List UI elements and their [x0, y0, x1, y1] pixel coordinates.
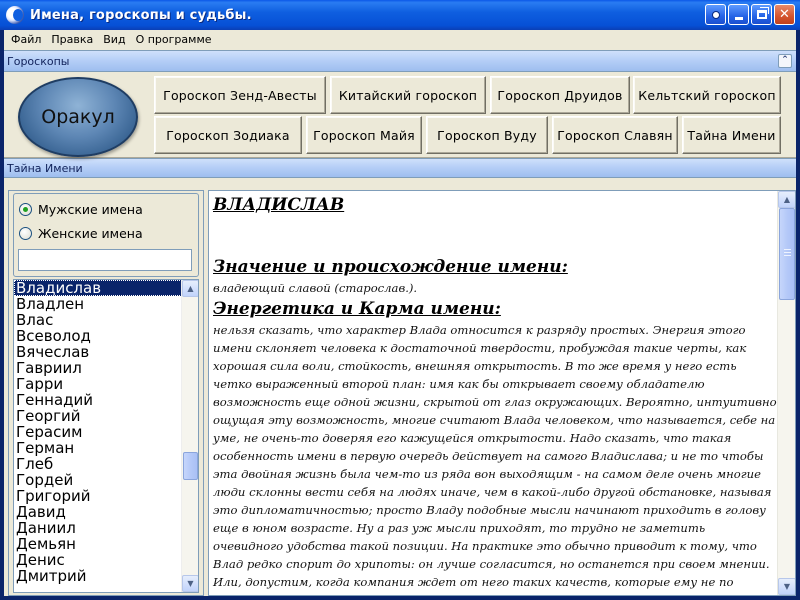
article-scroll-up-button[interactable]: ▲ — [778, 191, 795, 208]
name-list-item[interactable]: Геннадий — [14, 392, 182, 408]
name-list-item[interactable]: Владислав — [14, 280, 182, 296]
meaning-heading: Значение и происхождение имени: — [213, 257, 568, 277]
collapse-button[interactable]: ⌃ — [778, 54, 792, 68]
menu-view[interactable]: Вид — [98, 31, 130, 49]
male-names-label: Мужские имена — [38, 202, 143, 217]
close-button[interactable]: ✕ — [774, 4, 795, 25]
article-scrollbar[interactable]: ▲ ▼ — [777, 191, 795, 595]
name-list-item[interactable]: Гавриил — [14, 360, 182, 376]
female-names-label: Женские имена — [38, 226, 143, 241]
grip-line — [784, 252, 791, 253]
names-panel: Мужские имена Женские имена Владислав Вла… — [8, 190, 204, 596]
article-scroll-thumb[interactable] — [779, 208, 795, 300]
zend-avesta-horoscope-button[interactable]: Гороскоп Зенд-Авесты — [154, 76, 326, 114]
title-bar[interactable]: Имена, гороскопы и судьбы. ✕ — [0, 0, 800, 30]
celtic-horoscope-button[interactable]: Кельтский гороскоп — [633, 76, 781, 114]
grip-line — [784, 255, 791, 256]
male-names-option[interactable]: Мужские имена — [19, 202, 143, 217]
name-panel-title: Тайна Имени — [7, 161, 83, 175]
name-secret-button[interactable]: Тайна Имени — [682, 116, 781, 154]
chevron-down-icon: ▼ — [187, 579, 194, 588]
name-list-item[interactable]: Вячеслав — [14, 344, 182, 360]
energy-heading: Энергетика и Карма имени: — [213, 299, 501, 319]
app-icon[interactable] — [6, 6, 24, 24]
chevron-up-icon: ▲ — [783, 195, 791, 204]
article-spacer — [213, 217, 777, 257]
restore-icon — [756, 7, 769, 19]
voodoo-horoscope-button[interactable]: Гороскоп Вуду — [426, 116, 548, 154]
menu-about[interactable]: О программе — [131, 31, 217, 49]
dot-icon — [711, 10, 720, 19]
name-list-item[interactable]: Георгий — [14, 408, 182, 424]
name-list-item[interactable]: Демьян — [14, 536, 182, 552]
name-list-item[interactable]: Герасим — [14, 424, 182, 440]
grip-line — [784, 249, 791, 250]
names-list[interactable]: Владислав Владлен Влас Всеволод Вячеслав Гавр… — [13, 279, 199, 593]
name-list-item[interactable]: Дмитрий — [14, 568, 182, 584]
scroll-down-button[interactable]: ▼ — [182, 575, 198, 592]
horoscopes-panel-title: Гороскопы — [7, 54, 70, 68]
name-list-item[interactable]: Давид — [14, 504, 182, 520]
chevron-up-icon: ▲ — [187, 284, 194, 293]
chevron-up-icon: ⌃ — [781, 55, 789, 65]
window-title: Имена, гороскопы и судьбы. — [30, 7, 252, 23]
names-list-items: Владислав Владлен Влас Всеволод Вячеслав Гавр… — [14, 280, 182, 584]
name-list-item[interactable]: Влас — [14, 312, 182, 328]
gender-groupbox: Мужские имена Женские имена — [13, 193, 199, 277]
menu-file[interactable]: Файл — [6, 31, 46, 49]
name-list-item[interactable]: Всеволод — [14, 328, 182, 344]
name-list-item[interactable]: Герман — [14, 440, 182, 456]
names-list-scroll-thumb[interactable] — [183, 452, 198, 480]
slavic-horoscope-button[interactable]: Гороскоп Славян — [552, 116, 678, 154]
name-search-input[interactable] — [18, 249, 192, 271]
window-client: Файл Правка Вид О программе Гороскопы ⌃ … — [4, 30, 796, 596]
article-scroll-down-button[interactable]: ▼ — [778, 578, 795, 595]
minimize-icon — [734, 17, 743, 20]
name-list-item[interactable]: Даниил — [14, 520, 182, 536]
close-icon: ✕ — [779, 7, 790, 22]
window-controls: ✕ — [705, 4, 795, 25]
menu-edit[interactable]: Правка — [46, 31, 98, 49]
horoscopes-panel: Оракул Гороскоп Зенд-Авесты Китайский го… — [4, 72, 796, 158]
chevron-down-icon: ▼ — [783, 582, 791, 591]
druid-horoscope-button[interactable]: Гороскоп Друидов — [490, 76, 630, 114]
name-list-item[interactable]: Гарри — [14, 376, 182, 392]
oracle-button[interactable]: Оракул — [18, 77, 138, 157]
chinese-horoscope-button[interactable]: Китайский гороскоп — [330, 76, 486, 114]
name-list-item[interactable]: Владлен — [14, 296, 182, 312]
menu-bar: Файл Правка Вид О программе — [4, 30, 796, 50]
name-list-item[interactable]: Гордей — [14, 472, 182, 488]
oracle-label: Оракул — [41, 106, 115, 128]
scroll-up-button[interactable]: ▲ — [182, 280, 198, 297]
name-panel-header: Тайна Имени — [4, 158, 796, 178]
meaning-text: владеющий славой (старослав.). — [213, 281, 418, 295]
zodiac-horoscope-button[interactable]: Гороскоп Зодиака — [154, 116, 302, 154]
energy-text: нельзя сказать, что характер Влада относ… — [213, 323, 777, 589]
name-list-item[interactable]: Денис — [14, 552, 182, 568]
female-names-option[interactable]: Женские имена — [19, 226, 143, 241]
female-names-radio[interactable] — [19, 227, 32, 240]
help-dot-button[interactable] — [705, 4, 726, 25]
article-name-heading: ВЛАДИСЛАВ — [213, 195, 345, 215]
male-names-radio[interactable] — [19, 203, 32, 216]
maya-horoscope-button[interactable]: Гороскоп Майя — [306, 116, 422, 154]
maximize-button[interactable] — [751, 4, 772, 25]
article-content: ВЛАДИСЛАВ Значение и происхождение имени… — [213, 195, 777, 591]
names-list-scrollbar[interactable]: ▲ ▼ — [181, 280, 198, 592]
article-pane[interactable]: ВЛАДИСЛАВ Значение и происхождение имени… — [208, 190, 796, 596]
name-list-item[interactable]: Григорий — [14, 488, 182, 504]
minimize-button[interactable] — [728, 4, 749, 25]
horoscopes-panel-header: Гороскопы ⌃ — [4, 50, 796, 72]
name-list-item[interactable]: Глеб — [14, 456, 182, 472]
